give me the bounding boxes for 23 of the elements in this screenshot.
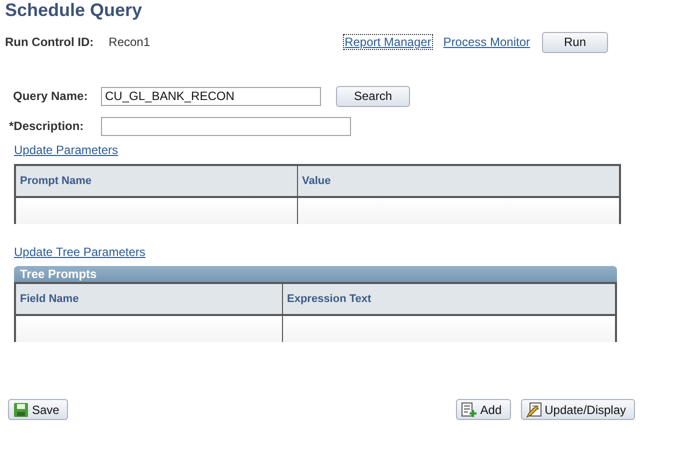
grid-title: Tree Prompts [20,267,97,281]
search-button[interactable]: Search [336,86,410,106]
description-label: *Description: [9,119,85,133]
update-display-button[interactable]: Update/Display [520,399,635,420]
pencil-document-icon [526,402,542,418]
query-name-field[interactable]: CU_GL_BANK_RECON [101,86,321,106]
header-link[interactable]: Process Monitor [441,34,532,50]
page-title: Schedule Query [4,0,144,20]
description-field[interactable] [101,116,351,136]
save-button[interactable]: Save [8,399,68,420]
column-header: Prompt Name [16,166,298,198]
update-parameters-link[interactable]: Update Parameters [12,142,120,158]
run-control-value: Recon1 [108,35,150,49]
query-name-label: Query Name: [13,89,89,103]
header-link[interactable]: Report Manager [342,34,434,50]
add-button[interactable]: Add [456,399,511,420]
update-tree-parameters-link[interactable]: Update Tree Parameters [12,244,148,260]
add-row-icon [461,402,478,418]
column-header: Field Name [16,284,283,316]
column-header: Expression Text [283,284,615,316]
run-button[interactable]: Run [542,32,608,52]
column-header: Value [298,166,619,198]
run-control-label: Run Control ID: [5,35,94,49]
